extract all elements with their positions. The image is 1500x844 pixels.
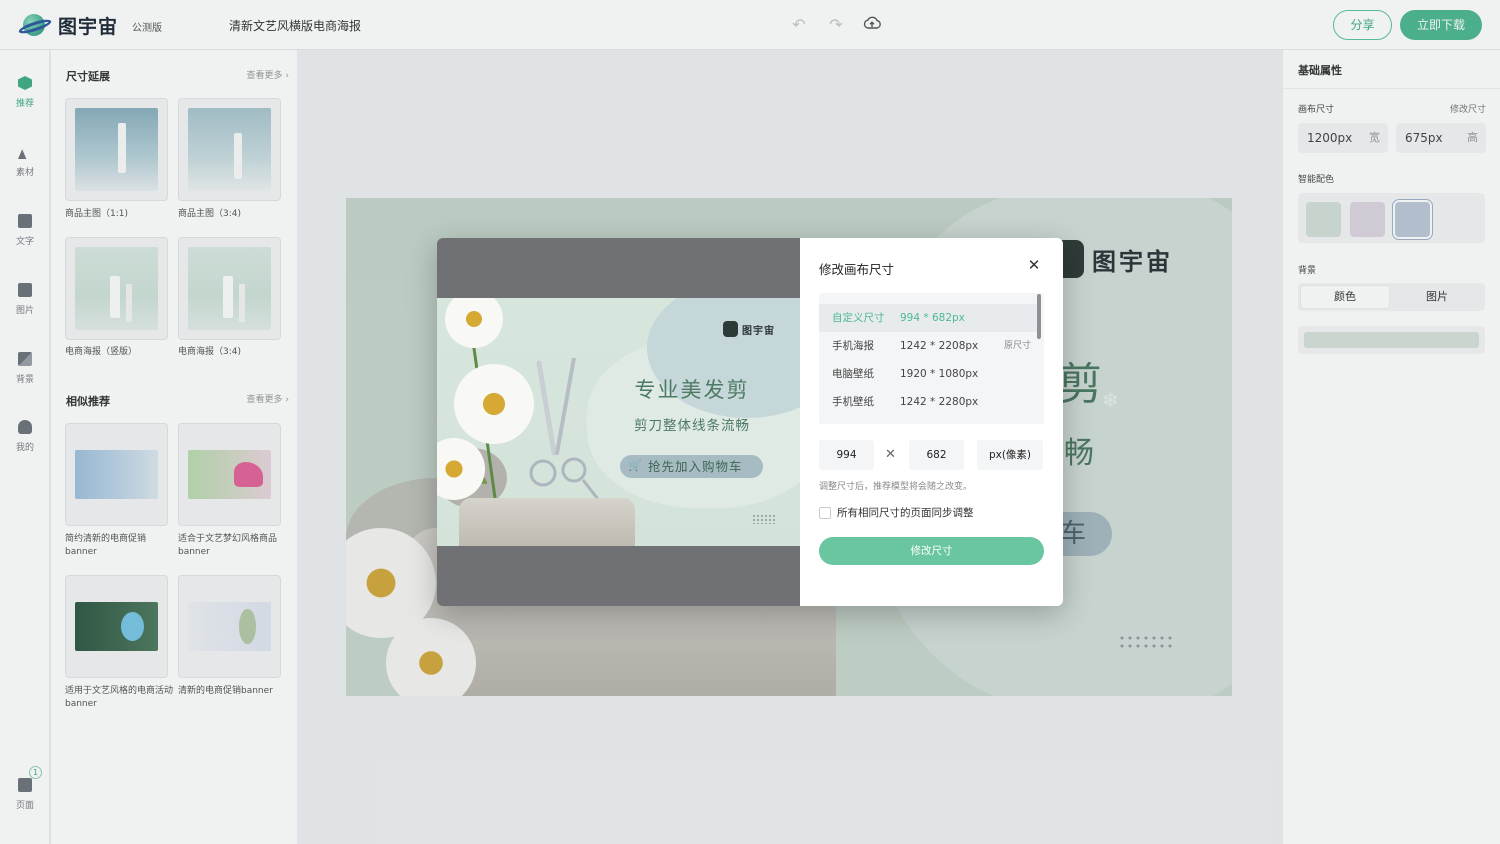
preset-size: 1920 * 1080px	[900, 368, 979, 380]
dialog-title: 修改画布尺寸	[819, 262, 895, 277]
sync-checkbox[interactable]	[819, 507, 831, 519]
preview-headline: 专业美发剪	[634, 378, 750, 402]
original-size-tag: 原尺寸	[1003, 341, 1031, 351]
preset-name: 手机壁纸	[832, 396, 874, 408]
preset-phone-poster[interactable]: 手机海报 1242 * 2208px 原尺寸	[819, 332, 1037, 360]
preset-name: 手机海报	[832, 340, 874, 352]
unit-select[interactable]: px(像素)	[977, 440, 1043, 470]
dot-pattern	[752, 514, 776, 524]
preset-desktop-wallpaper[interactable]: 电脑壁纸 1920 * 1080px	[819, 360, 1037, 388]
scissors-icon	[529, 358, 599, 498]
preview-pedestal	[459, 498, 635, 546]
preset-name: 电脑壁纸	[832, 368, 874, 380]
width-input[interactable]: 994	[819, 440, 874, 470]
preview-brand-text: 图宇宙	[742, 326, 775, 337]
sync-checkbox-label[interactable]: 所有相同尺寸的页面同步调整	[837, 505, 974, 520]
height-input[interactable]: 682	[909, 440, 964, 470]
preview-logo-icon	[723, 321, 738, 337]
preset-name: 自定义尺寸	[832, 312, 885, 324]
dialog-form: 修改画布尺寸 ✕ 自定义尺寸 994 * 682px 手机海报 1242 * 2…	[800, 238, 1063, 606]
preview-banner: 图宇宙 专业美发剪 剪刀整体线条流畅 抢先加入购物车 🛒	[437, 298, 800, 546]
close-icon[interactable]: ✕	[1026, 257, 1042, 273]
size-preset-list: 自定义尺寸 994 * 682px 手机海报 1242 * 2208px 原尺寸…	[819, 293, 1044, 424]
cart-icon: 🛒	[628, 459, 642, 472]
dialog-preview-area: 图宇宙 专业美发剪 剪刀整体线条流畅 抢先加入购物车 🛒	[437, 238, 800, 606]
preset-size: 1242 * 2208px	[900, 340, 979, 352]
preset-size: 994 * 682px	[900, 312, 965, 324]
preset-custom[interactable]: 自定义尺寸 994 * 682px	[819, 304, 1037, 332]
times-icon: ✕	[885, 447, 896, 462]
preview-subline: 剪刀整体线条流畅	[634, 418, 750, 434]
resize-hint: 调整尺寸后，推荐模型将会随之改变。	[819, 482, 973, 492]
resize-canvas-dialog: 图宇宙 专业美发剪 剪刀整体线条流畅 抢先加入购物车 🛒 修改画布尺寸 ✕ 自定…	[437, 238, 1063, 606]
scrollbar-thumb[interactable]	[1037, 294, 1041, 339]
preset-size: 1242 * 2280px	[900, 396, 979, 408]
preview-flower	[445, 298, 503, 348]
confirm-resize-button[interactable]: 修改尺寸	[819, 537, 1044, 565]
preset-phone-wallpaper[interactable]: 手机壁纸 1242 * 2280px	[819, 388, 1037, 416]
